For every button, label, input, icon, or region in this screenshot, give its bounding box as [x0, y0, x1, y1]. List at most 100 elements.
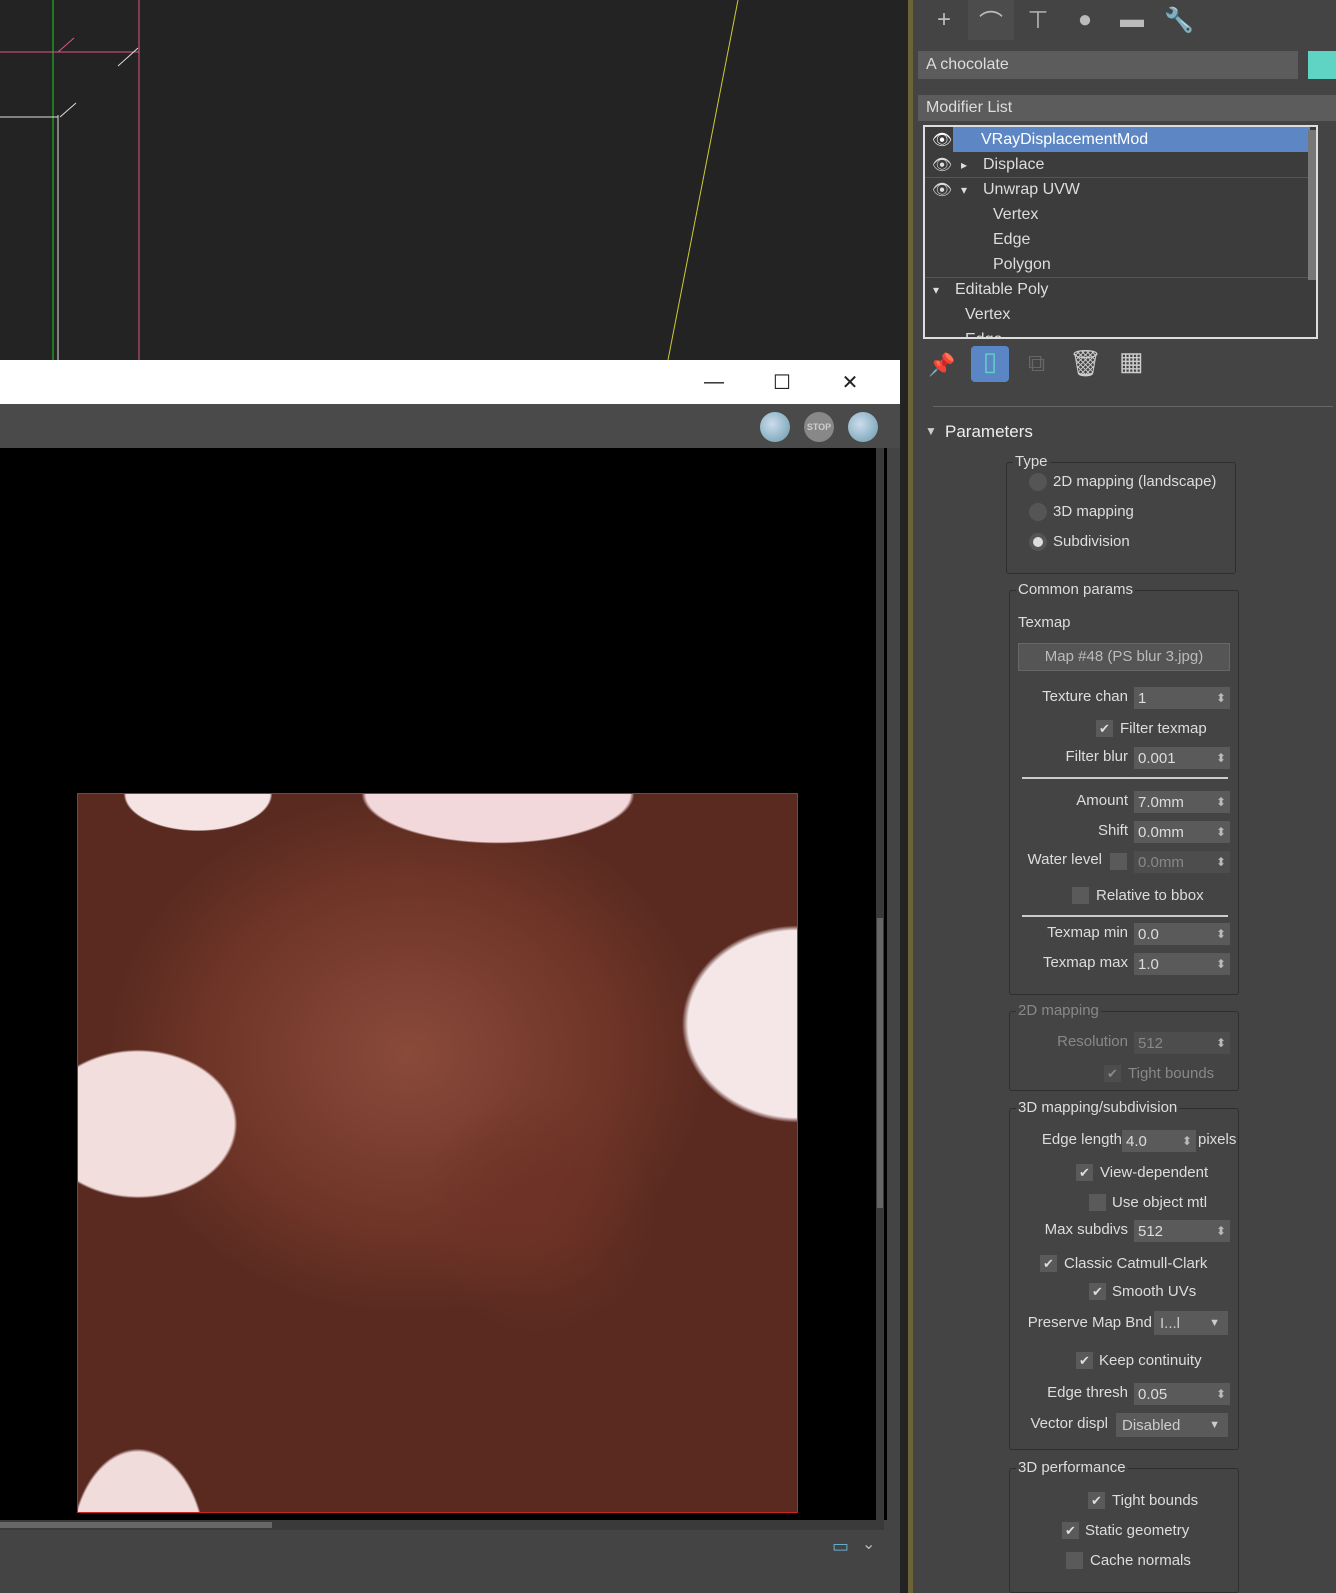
expand-arrow-icon[interactable]: ▸ — [961, 158, 967, 172]
object-color-swatch[interactable] — [1308, 51, 1336, 79]
remove-modifier-icon[interactable]: 🗑 — [1069, 348, 1102, 379]
eye-icon[interactable]: 👁 — [929, 180, 955, 200]
rollout-title[interactable]: Parameters — [945, 422, 1033, 442]
modifier-stack-item[interactable]: Vertex — [925, 302, 1310, 327]
use-object-mtl-checkbox[interactable] — [1089, 1194, 1106, 1211]
max-subdivs-label: Max subdivs — [1044, 1221, 1128, 1238]
water-level-spinner[interactable]: 0.0mm — [1134, 851, 1230, 873]
max-subdivs-spinner[interactable]: 512 — [1134, 1220, 1230, 1242]
shift-spinner[interactable]: 0.0mm — [1134, 821, 1230, 843]
texture-chan-spinner[interactable]: 1 — [1134, 687, 1230, 709]
divider — [1022, 915, 1228, 917]
type-option-label: 2D mapping (landscape) — [1053, 473, 1217, 490]
modifier-stack-item[interactable]: 👁 ▾ Unwrap UVW — [925, 177, 1310, 202]
texmap-button[interactable]: Map #48 (PS blur 3.jpg) — [1018, 643, 1230, 671]
modifier-stack-item[interactable]: 👁 ▸ Displace — [925, 152, 1310, 177]
vector-displ-label: Vector displ — [1030, 1415, 1108, 1432]
vertical-scrollbar[interactable] — [876, 448, 884, 1520]
common-params-group: Common params Texmap Map #48 (PS blur 3.… — [1009, 581, 1239, 995]
modifier-stack-item[interactable]: Edge — [925, 327, 1310, 339]
catmull-clark-checkbox[interactable]: ✔ — [1040, 1255, 1057, 1272]
expand-arrow-icon[interactable]: ▾ — [933, 283, 939, 297]
plus-icon[interactable]: + — [921, 0, 967, 40]
expand-chevron-icon[interactable]: ⌄ — [862, 1534, 875, 1554]
stop-button[interactable]: STOP — [804, 412, 834, 442]
resolution-spinner[interactable]: 512 — [1134, 1032, 1230, 1054]
stack-item-label: Edge — [965, 330, 1003, 339]
type-option-label: 3D mapping — [1053, 503, 1134, 520]
configure-modifier-sets-icon[interactable]: ▦ — [1119, 346, 1144, 377]
type-radio[interactable] — [1029, 473, 1047, 491]
tight-bounds-2d-checkbox[interactable]: ✔ — [1104, 1065, 1121, 1082]
edge-length-label: Edge length — [1041, 1131, 1122, 1148]
stack-item-label: Unwrap UVW — [983, 181, 1080, 198]
window-titlebar[interactable]: — ☐ ✕ — [0, 360, 900, 404]
hierarchy-icon[interactable]: ⊤ — [1015, 0, 1061, 40]
texmap-min-label: Texmap min — [1047, 924, 1128, 941]
stack-item-label: Editable Poly — [955, 281, 1049, 298]
modifier-stack-item[interactable]: ▾ Editable Poly — [925, 277, 1310, 302]
stack-item-label: VRayDisplacementMod — [981, 130, 1149, 148]
modifier-stack-item[interactable]: Polygon — [925, 252, 1310, 277]
display-icon[interactable]: ▬ — [1109, 0, 1155, 40]
render-teapot-icon[interactable] — [848, 412, 878, 442]
texmap-max-spinner[interactable]: 1.0 — [1134, 953, 1230, 975]
relative-bbox-checkbox[interactable] — [1072, 887, 1089, 904]
catmull-clark-label: Classic Catmull-Clark — [1064, 1255, 1208, 1272]
render-toolbar: STOP — [0, 404, 900, 448]
modifier-stack-item[interactable]: Vertex — [925, 202, 1310, 227]
view-dependent-label: View-dependent — [1100, 1164, 1209, 1181]
keep-continuity-checkbox[interactable]: ✔ — [1076, 1352, 1093, 1369]
pin-stack-icon[interactable]: 📌 — [928, 352, 955, 378]
static-geometry-checkbox[interactable]: ✔ — [1062, 1522, 1079, 1539]
keep-continuity-label: Keep continuity — [1099, 1352, 1202, 1369]
window-icon[interactable]: ▭ — [832, 1536, 849, 1557]
type-option-label: Subdivision — [1053, 533, 1130, 550]
filter-blur-label: Filter blur — [1065, 748, 1128, 765]
maximize-button[interactable]: ☐ — [748, 360, 816, 404]
make-unique-icon[interactable]: ⧉ — [1028, 350, 1045, 378]
view-dependent-checkbox[interactable]: ✔ — [1076, 1164, 1093, 1181]
filter-texmap-checkbox[interactable]: ✔ — [1096, 720, 1113, 737]
modifier-list-dropdown[interactable]: Modifier List — [918, 95, 1336, 121]
filter-blur-spinner[interactable]: 0.001 — [1134, 747, 1230, 769]
eye-icon[interactable]: 👁 — [929, 130, 955, 150]
modify-icon[interactable]: ⌒ — [968, 0, 1014, 40]
vector-displ-dropdown[interactable]: Disabled — [1116, 1413, 1228, 1437]
edge-length-spinner[interactable]: 4.0 — [1122, 1130, 1196, 1152]
2d-mapping-group: 2D mapping Resolution 512 ✔ Tight bounds — [1009, 1002, 1239, 1091]
type-group: Type 2D mapping (landscape) 3D mapping Sub… — [1006, 453, 1236, 574]
object-name-field[interactable]: A chocolate — [918, 51, 1298, 79]
amount-spinner[interactable]: 7.0mm — [1134, 791, 1230, 813]
3d-performance-group: 3D performance ✔ Tight bounds ✔ Static g… — [1009, 1459, 1239, 1593]
type-radio[interactable] — [1029, 503, 1047, 521]
group-label: 3D performance — [1016, 1459, 1128, 1476]
edge-thresh-spinner[interactable]: 0.05 — [1134, 1383, 1230, 1405]
water-level-checkbox[interactable] — [1110, 853, 1127, 870]
utilities-icon[interactable]: 🔧 — [1156, 0, 1202, 40]
close-button[interactable]: ✕ — [816, 360, 884, 404]
type-radio[interactable] — [1029, 533, 1047, 551]
rollout-collapse-icon[interactable]: ▼ — [925, 424, 937, 438]
eye-icon[interactable]: 👁 — [929, 155, 955, 175]
show-end-result-button[interactable]: ▯ — [971, 346, 1009, 382]
preserve-map-bnd-dropdown[interactable]: I...l — [1154, 1311, 1228, 1335]
command-panel: + ⌒ ⊤ ● ▬ 🔧 A chocolate Modifier List 👁 VRayDi… — [908, 0, 1336, 1593]
minimize-button[interactable]: — — [680, 360, 748, 404]
smooth-uvs-checkbox[interactable]: ✔ — [1089, 1283, 1106, 1300]
tight-bounds-checkbox[interactable]: ✔ — [1088, 1492, 1105, 1509]
horizontal-scrollbar[interactable] — [0, 1520, 884, 1530]
expand-arrow-icon[interactable]: ▾ — [961, 183, 967, 197]
static-geometry-label: Static geometry — [1085, 1522, 1190, 1539]
render-teapot-icon[interactable] — [760, 412, 790, 442]
viewport-wireframe — [0, 0, 739, 360]
modifier-stack-item[interactable]: Edge — [925, 227, 1310, 252]
texmap-min-spinner[interactable]: 0.0 — [1134, 923, 1230, 945]
modifier-stack-item[interactable]: 👁 VRayDisplacementMod — [932, 127, 1310, 152]
cache-normals-checkbox[interactable] — [1066, 1552, 1083, 1569]
texmap-max-label: Texmap max — [1042, 954, 1128, 971]
stack-item-label: Vertex — [993, 205, 1039, 223]
modifier-stack: 👁 VRayDisplacementMod 👁 ▸ Displace 👁 ▾ Unwrap U… — [923, 125, 1318, 339]
stack-scrollbar[interactable] — [1308, 130, 1316, 280]
motion-icon[interactable]: ● — [1062, 0, 1108, 40]
